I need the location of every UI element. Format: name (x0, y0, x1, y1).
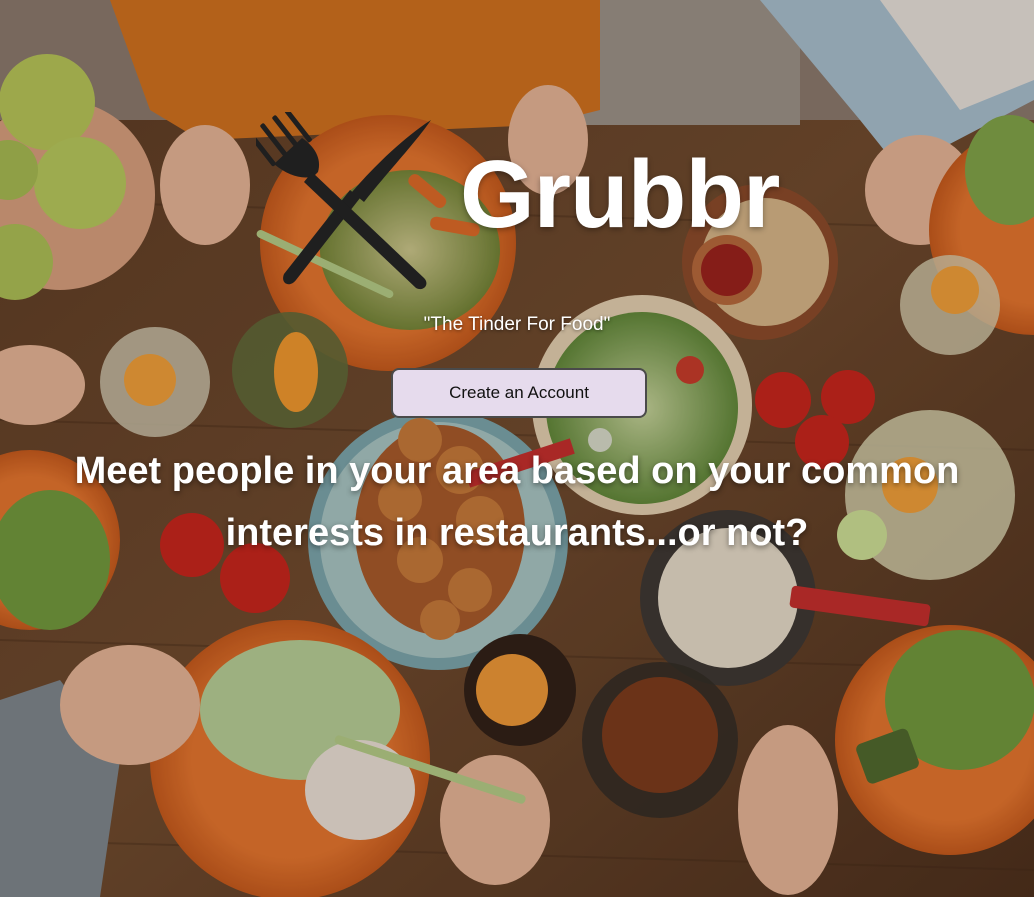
tagline: "The Tinder For Food" (423, 314, 611, 335)
brand-title: Grubbr (460, 141, 780, 248)
hero-headline: Meet people in your area based on your c… (74, 450, 960, 554)
fork-knife-crossed-icon (248, 109, 442, 298)
create-account-button[interactable]: Create an Account (391, 368, 647, 418)
